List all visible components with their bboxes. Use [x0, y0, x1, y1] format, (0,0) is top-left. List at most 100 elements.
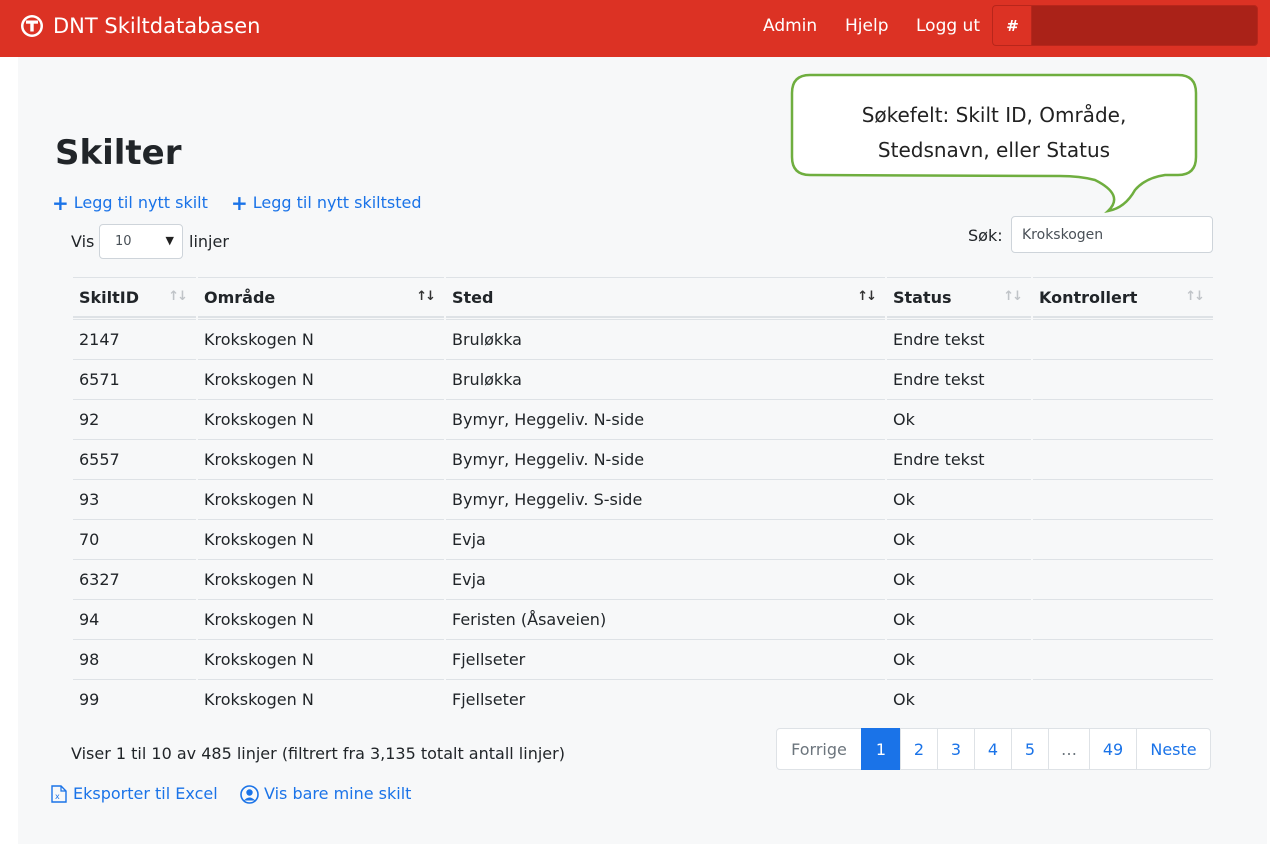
my-signs-link[interactable]: Vis bare mine skilt [240, 783, 411, 805]
cell-sted: Feristen (Åsaveien) [446, 599, 885, 639]
header-status-label: Status [893, 287, 952, 307]
cell-kontrollert [1033, 359, 1213, 399]
callout-line-1: Søkefelt: Skilt ID, Område, [861, 103, 1127, 127]
page-ellipsis: … [1048, 728, 1090, 770]
excel-file-icon: x [51, 785, 67, 803]
plus-icon: + [231, 191, 248, 215]
svg-text:x: x [55, 792, 60, 801]
cell-kontrollert [1033, 639, 1213, 679]
cell-skiltid: 94 [73, 599, 196, 639]
nav-logout[interactable]: Logg ut [916, 14, 980, 38]
table-row[interactable]: 6571 Krokskogen N Bruløkka Endre tekst [73, 359, 1213, 399]
cell-sted: Bruløkka [446, 359, 885, 399]
cell-omrade: Krokskogen N [198, 479, 444, 519]
page-next[interactable]: Neste [1136, 728, 1211, 770]
table-row[interactable]: 93 Krokskogen N Bymyr, Heggeliv. S-side Ok [73, 479, 1213, 519]
table-row[interactable]: 2147 Krokskogen N Bruløkka Endre tekst [73, 319, 1213, 359]
callout-line-2: Stedsnavn, eller Status [877, 138, 1111, 162]
cell-sted: Evja [446, 519, 885, 559]
sort-asc-icon: ↑↓ [857, 289, 877, 304]
cell-omrade: Krokskogen N [198, 439, 444, 479]
page-4[interactable]: 4 [974, 728, 1012, 770]
cell-sted: Bymyr, Heggeliv. N-side [446, 439, 885, 479]
cell-status: Endre tekst [887, 319, 1031, 359]
cell-status: Ok [887, 479, 1031, 519]
cell-sted: Evja [446, 559, 885, 599]
cell-sted: Bymyr, Heggeliv. N-side [446, 399, 885, 439]
table-row[interactable]: 98 Krokskogen N Fjellseter Ok [73, 639, 1213, 679]
add-sign-link[interactable]: + Legg til nytt skilt [52, 192, 208, 214]
search-input[interactable] [1011, 216, 1213, 253]
table-info: Viser 1 til 10 av 485 linjer (filtrert f… [71, 744, 565, 763]
table-row[interactable]: 70 Krokskogen N Evja Ok [73, 519, 1213, 559]
cell-kontrollert [1033, 479, 1213, 519]
page-49[interactable]: 49 [1089, 728, 1137, 770]
export-excel-link[interactable]: x Eksporter til Excel [51, 783, 218, 805]
page-1[interactable]: 1 [861, 728, 901, 770]
cell-kontrollert [1033, 439, 1213, 479]
export-excel-label: Eksporter til Excel [73, 784, 218, 803]
cell-skiltid: 6327 [73, 559, 196, 599]
brand[interactable]: DNT Skiltdatabasen [20, 11, 260, 41]
navbar: DNT Skiltdatabasen Admin Hjelp Logg ut # [0, 0, 1270, 57]
cell-skiltid: 2147 [73, 319, 196, 359]
cell-kontrollert [1033, 599, 1213, 639]
add-location-label: Legg til nytt skiltsted [252, 193, 422, 212]
cell-omrade: Krokskogen N [198, 359, 444, 399]
header-kontrollert-label: Kontrollert [1039, 287, 1138, 307]
header-skiltid-label: SkiltID [79, 287, 140, 307]
sign-id-prefix: # [992, 5, 1032, 46]
header-omrade[interactable]: Område ↑↓ [198, 277, 444, 318]
cell-status: Ok [887, 399, 1031, 439]
callout-text: Søkefelt: Skilt ID, Område, Stedsnavn, e… [792, 98, 1196, 168]
plus-icon: + [52, 191, 69, 215]
table-row[interactable]: 6327 Krokskogen N Evja Ok [73, 559, 1213, 599]
cell-sted: Fjellseter [446, 639, 885, 679]
table-row[interactable]: 94 Krokskogen N Feristen (Åsaveien) Ok [73, 599, 1213, 639]
cell-skiltid: 98 [73, 639, 196, 679]
sort-icon: ↑↓ [168, 289, 188, 304]
cell-omrade: Krokskogen N [198, 519, 444, 559]
search-label: Søk: [968, 226, 1003, 245]
brand-name: DNT Skiltdatabasen [53, 14, 261, 38]
cell-omrade: Krokskogen N [198, 319, 444, 359]
add-location-link[interactable]: + Legg til nytt skiltsted [231, 192, 422, 214]
cell-omrade: Krokskogen N [198, 559, 444, 599]
header-kontrollert[interactable]: Kontrollert ↑↓ [1033, 277, 1213, 318]
pagination: Forrige 1 2 3 4 5 … 49 Neste [776, 728, 1211, 770]
cell-omrade: Krokskogen N [198, 639, 444, 679]
sign-id-input[interactable] [1031, 5, 1258, 46]
cell-skiltid: 6571 [73, 359, 196, 399]
cell-skiltid: 70 [73, 519, 196, 559]
cell-omrade: Krokskogen N [198, 679, 444, 719]
page-5[interactable]: 5 [1011, 728, 1049, 770]
page-length-value: 10 [115, 234, 132, 249]
table-row[interactable]: 99 Krokskogen N Fjellseter Ok [73, 679, 1213, 719]
cell-sted: Bruløkka [446, 319, 885, 359]
nav-help[interactable]: Hjelp [845, 14, 888, 38]
nav-admin[interactable]: Admin [763, 14, 817, 38]
cell-skiltid: 93 [73, 479, 196, 519]
cell-status: Endre tekst [887, 359, 1031, 399]
header-skiltid[interactable]: SkiltID ↑↓ [73, 277, 196, 318]
show-suffix: linjer [189, 232, 229, 251]
cell-kontrollert [1033, 519, 1213, 559]
table-row[interactable]: 92 Krokskogen N Bymyr, Heggeliv. N-side Ok [73, 399, 1213, 439]
page-2[interactable]: 2 [900, 728, 938, 770]
cell-status: Endre tekst [887, 439, 1031, 479]
cell-skiltid: 92 [73, 399, 196, 439]
page-length-select[interactable]: 10 ▼ [99, 224, 183, 259]
table-row[interactable]: 6557 Krokskogen N Bymyr, Heggeliv. N-side E… [73, 439, 1213, 479]
header-status[interactable]: Status ↑↓ [887, 277, 1031, 318]
cell-kontrollert [1033, 559, 1213, 599]
header-sted[interactable]: Sted ↑↓ [446, 277, 885, 318]
cell-omrade: Krokskogen N [198, 399, 444, 439]
add-sign-label: Legg til nytt skilt [73, 193, 208, 212]
page-prev[interactable]: Forrige [776, 728, 862, 770]
cell-skiltid: 99 [73, 679, 196, 719]
cell-sted: Fjellseter [446, 679, 885, 719]
page-3[interactable]: 3 [937, 728, 975, 770]
my-signs-label: Vis bare mine skilt [264, 784, 412, 803]
caret-down-icon: ▼ [165, 234, 174, 247]
cell-kontrollert [1033, 319, 1213, 359]
